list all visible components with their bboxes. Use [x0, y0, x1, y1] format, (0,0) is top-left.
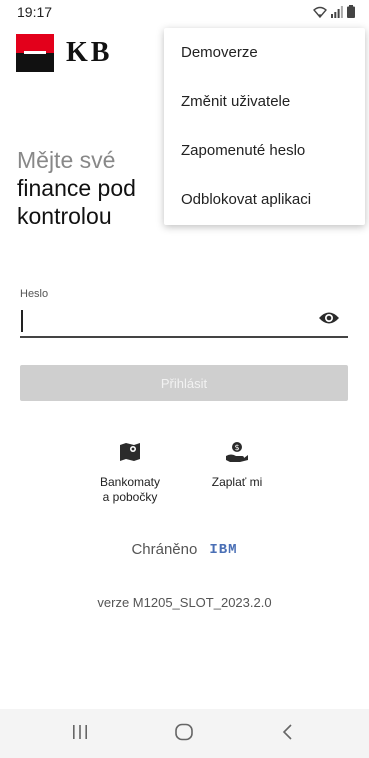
status-time: 19:17 — [17, 4, 53, 20]
text-caret — [21, 310, 23, 332]
status-icons — [313, 5, 355, 18]
tagline-line-1: Mějte své — [17, 147, 116, 173]
password-field: Heslo — [20, 288, 348, 338]
menu-item-demo[interactable]: Demoverze — [164, 28, 365, 77]
map-pin-icon — [120, 443, 140, 461]
recent-apps-icon[interactable] — [70, 722, 90, 742]
protected-label: Chráněno — [131, 541, 198, 558]
shortcut-atms-label-1: Bankomaty — [99, 475, 161, 489]
battery-icon — [347, 5, 355, 18]
wifi-icon — [313, 6, 327, 18]
menu-item-change-user[interactable]: Změnit uživatele — [164, 77, 365, 126]
tagline-line-2: finance pod — [17, 175, 136, 201]
overflow-menu: Demoverze Změnit uživatele Zapomenuté he… — [164, 28, 365, 225]
shortcut-pay-me-label: Zaplať mi — [211, 475, 263, 489]
password-input[interactable] — [20, 300, 348, 338]
menu-item-unblock-app[interactable]: Odblokovat aplikaci — [164, 175, 365, 224]
tagline-line-3: kontrolou — [17, 203, 112, 229]
ibm-logo: IBM — [209, 541, 238, 558]
status-bar: 19:17 — [0, 0, 369, 24]
system-nav-bar — [0, 709, 369, 758]
eye-icon[interactable] — [318, 310, 340, 326]
back-icon[interactable] — [278, 722, 298, 742]
password-label: Heslo — [20, 288, 49, 300]
login-button[interactable]: Přihlásit — [20, 365, 348, 401]
tagline: Mějte své finance pod kontrolou — [17, 146, 136, 230]
kb-logo-mark — [16, 34, 54, 72]
hand-money-icon: $ — [226, 442, 248, 462]
shortcut-atms-branches[interactable]: Bankomaty a pobočky — [93, 441, 167, 505]
shortcut-atms-label-2: a pobočky — [102, 490, 158, 504]
home-icon[interactable] — [174, 722, 194, 742]
svg-text:$: $ — [234, 443, 239, 452]
kb-logo: KB — [16, 34, 112, 72]
protected-by: Chráněno IBM — [0, 541, 369, 558]
shortcut-pay-me[interactable]: $ Zaplať mi — [200, 441, 274, 490]
kb-logo-text: KB — [66, 37, 113, 68]
signal-icon — [331, 5, 343, 18]
menu-item-forgot-password[interactable]: Zapomenuté heslo — [164, 126, 365, 175]
app-version: verze M1205_SLOT_2023.2.0 — [97, 595, 272, 610]
